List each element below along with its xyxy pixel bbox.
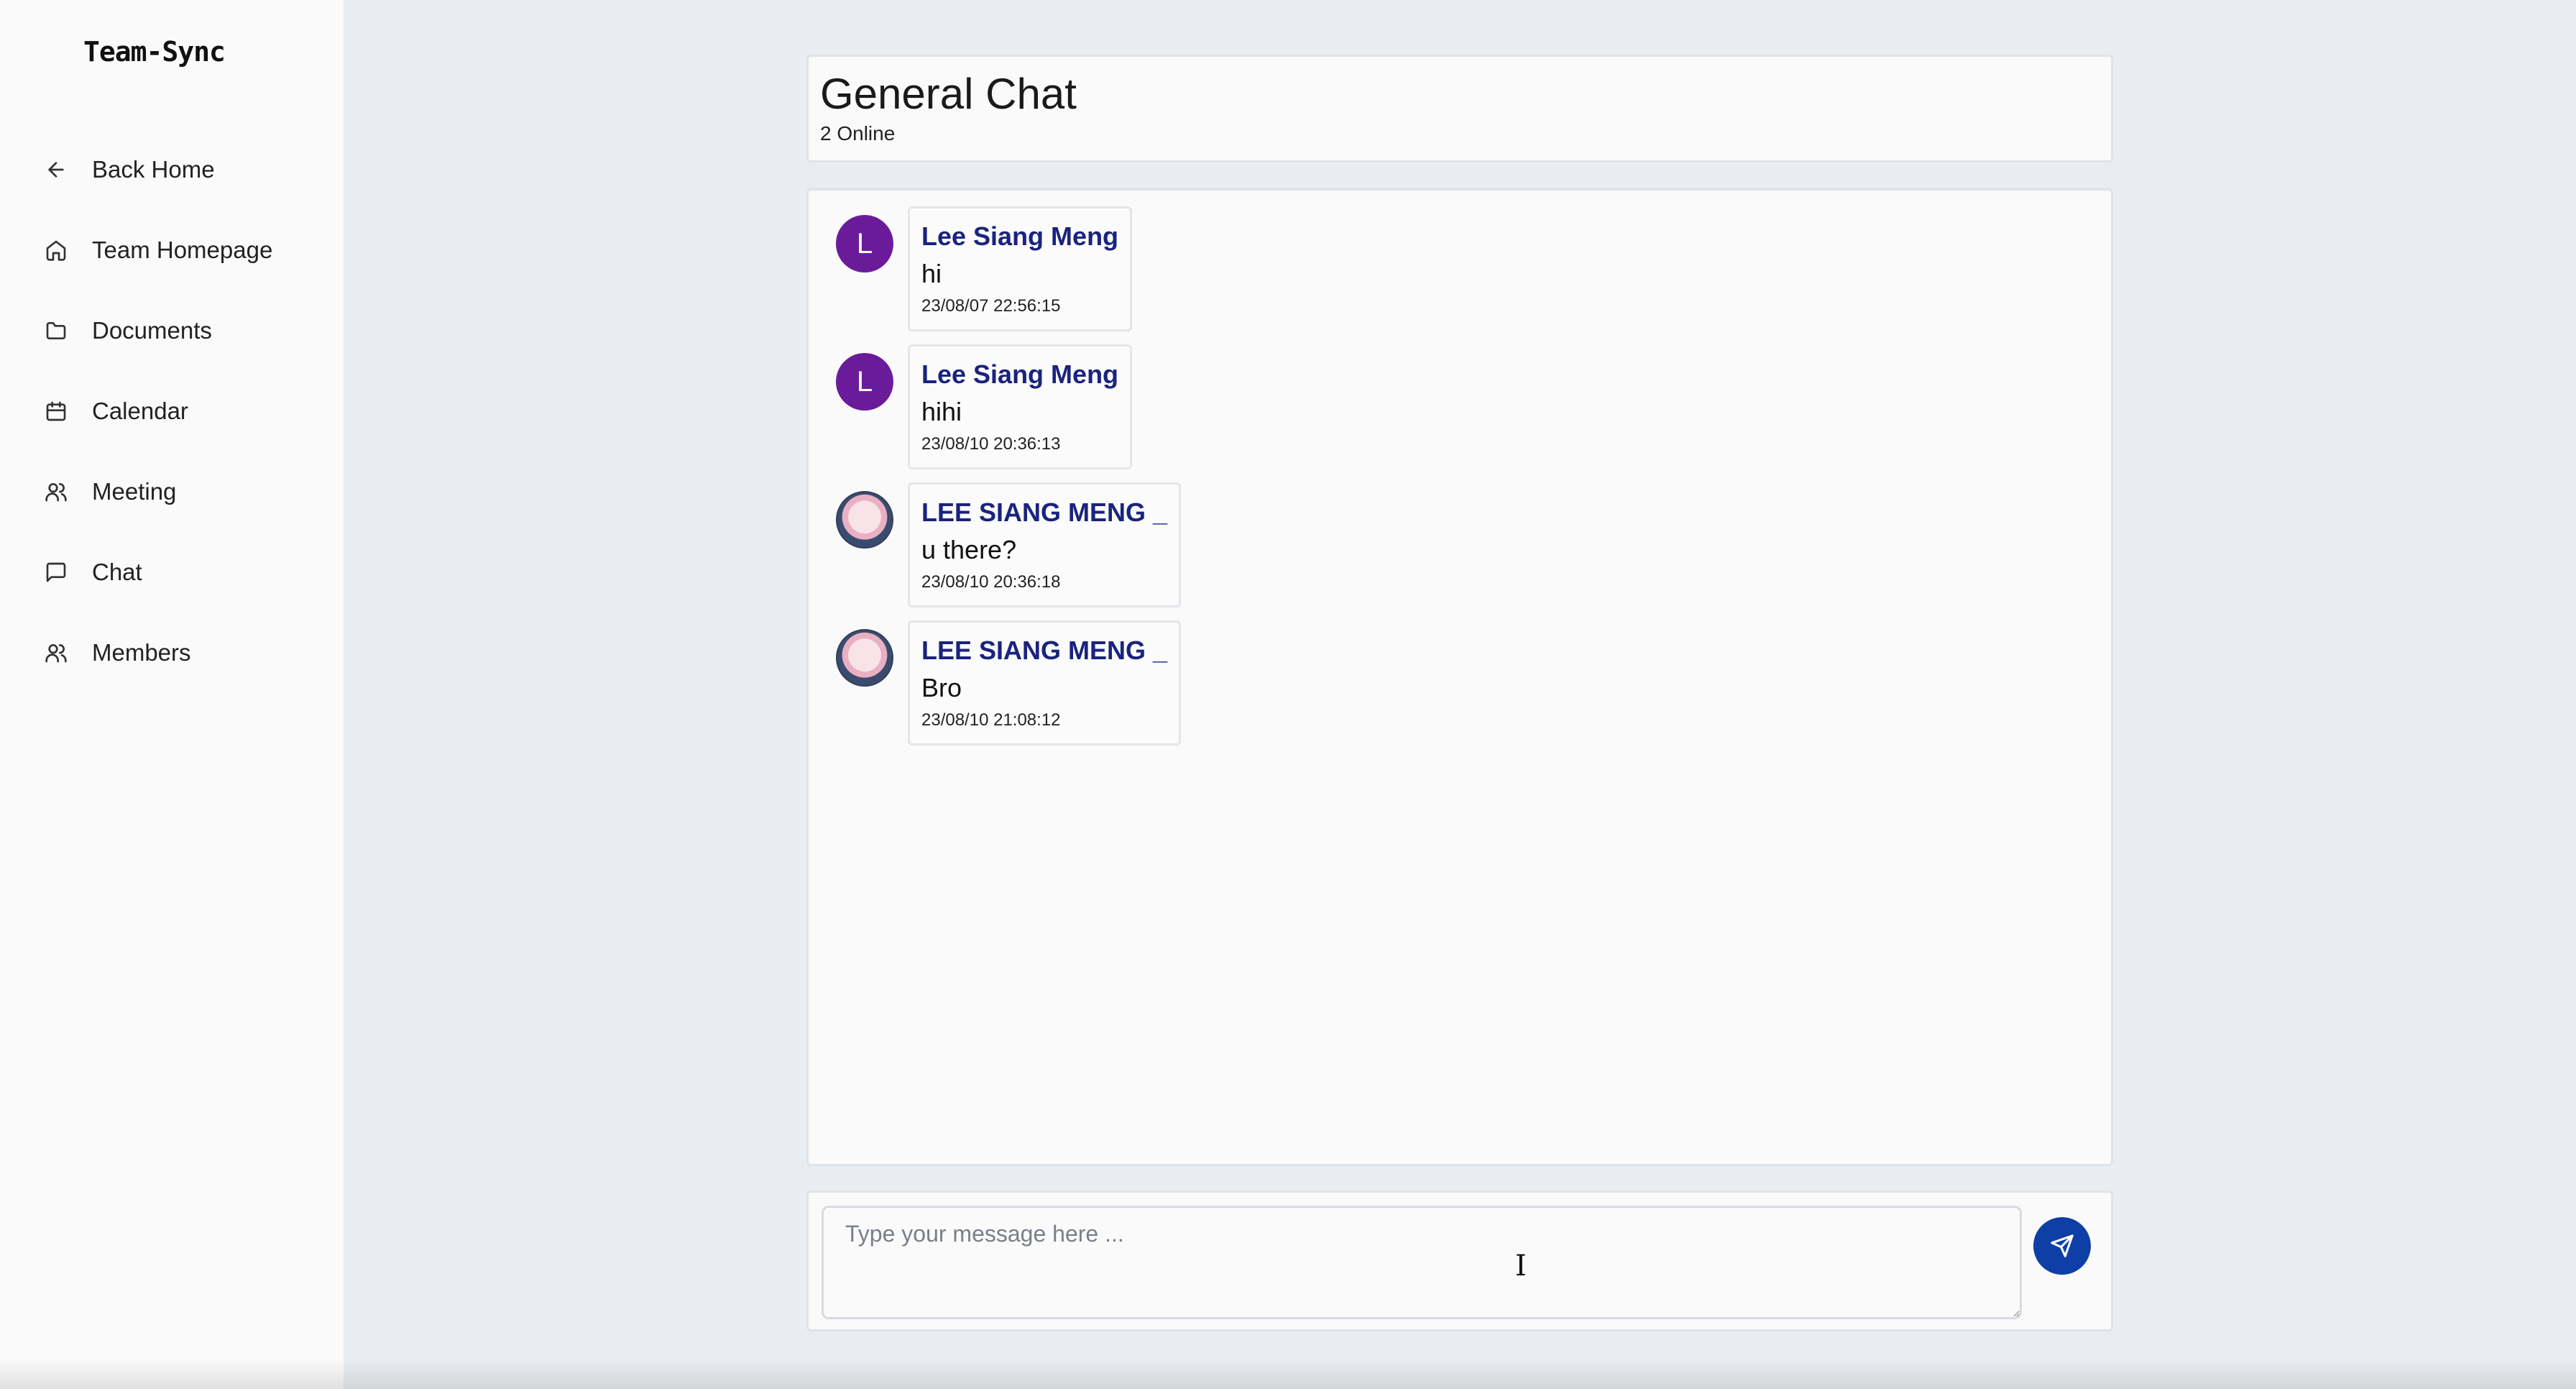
message-item: LEE SIANG MENG _ u there? 23/08/10 20:36… [836,482,1182,608]
users-icon [43,640,69,666]
users-icon [43,479,69,505]
sidebar-item-label: Documents [92,317,212,344]
sidebar-item-label: Team Homepage [92,237,273,263]
sidebar-item-documents[interactable]: Documents [43,290,316,371]
folder-icon [43,318,69,344]
message-list[interactable]: L Lee Siang Meng hi 23/08/07 22:56:15 L … [806,188,2113,1166]
sidebar-item-chat[interactable]: Chat [43,532,316,613]
sidebar-item-label: Meeting [92,478,177,505]
sidebar-item-back-home[interactable]: Back Home [43,129,316,210]
message-bubble: Lee Siang Meng hihi 23/08/10 20:36:13 [908,344,1133,469]
sidebar-item-label: Chat [92,559,142,585]
message-text: hihi [921,397,962,426]
avatar[interactable] [836,629,893,687]
message-sender: Lee Siang Meng [921,221,1119,251]
message-text: hi [921,259,942,288]
home-icon [43,237,69,263]
online-count: 2 Online [820,122,896,145]
message-text: u there? [921,535,1017,564]
message-timestamp: 23/08/10 20:36:18 [921,572,1061,592]
message-composer [806,1191,2113,1331]
message-timestamp: 23/08/07 22:56:15 [921,296,1061,316]
message-bubble: Lee Siang Meng hi 23/08/07 22:56:15 [908,206,1133,331]
text-cursor-icon: I [1515,1250,1527,1283]
sidebar-item-label: Back Home [92,156,215,183]
sidebar-item-team-homepage[interactable]: Team Homepage [43,210,316,290]
avatar[interactable]: L [836,353,893,411]
brand-logo[interactable]: Team-Sync [83,36,226,68]
message-text: Bro [921,673,962,702]
bottom-shadow [0,1359,2576,1389]
avatar[interactable] [836,491,893,549]
sidebar-item-label: Members [92,639,191,666]
send-icon [2051,1234,2074,1257]
send-button[interactable] [2033,1217,2091,1275]
message-sender: LEE SIANG MENG _ [921,636,1168,665]
sidebar-item-label: Calendar [92,398,188,424]
message-bubble: LEE SIANG MENG _ Bro 23/08/10 21:08:12 [908,620,1182,746]
message-sender: Lee Siang Meng [921,359,1119,389]
message-bubble: LEE SIANG MENG _ u there? 23/08/10 20:36… [908,482,1182,608]
message-item: L Lee Siang Meng hi 23/08/07 22:56:15 [836,206,1133,331]
message-timestamp: 23/08/10 21:08:12 [921,710,1061,730]
sidebar-nav: Back Home Team Homepage Documents Calend… [43,129,316,693]
sidebar-item-members[interactable]: Members [43,613,316,693]
page-title: General Chat [820,70,1077,118]
avatar[interactable]: L [836,215,893,272]
message-timestamp: 23/08/10 20:36:13 [921,434,1061,454]
sidebar: Team-Sync Back Home Team Homepage Docume… [0,0,344,1389]
arrow-left-icon [43,157,69,183]
message-square-icon [43,559,69,585]
message-item: L Lee Siang Meng hihi 23/08/10 20:36:13 [836,344,1133,469]
calendar-icon [43,398,69,424]
chat-header: General Chat 2 Online [806,55,2113,162]
sidebar-item-calendar[interactable]: Calendar [43,371,316,451]
app-window: Team-Sync Back Home Team Homepage Docume… [0,0,2576,1389]
sidebar-item-meeting[interactable]: Meeting [43,451,316,532]
message-item: LEE SIANG MENG _ Bro 23/08/10 21:08:12 [836,620,1182,746]
message-input[interactable] [822,1206,2022,1319]
message-sender: LEE SIANG MENG _ [921,498,1168,527]
